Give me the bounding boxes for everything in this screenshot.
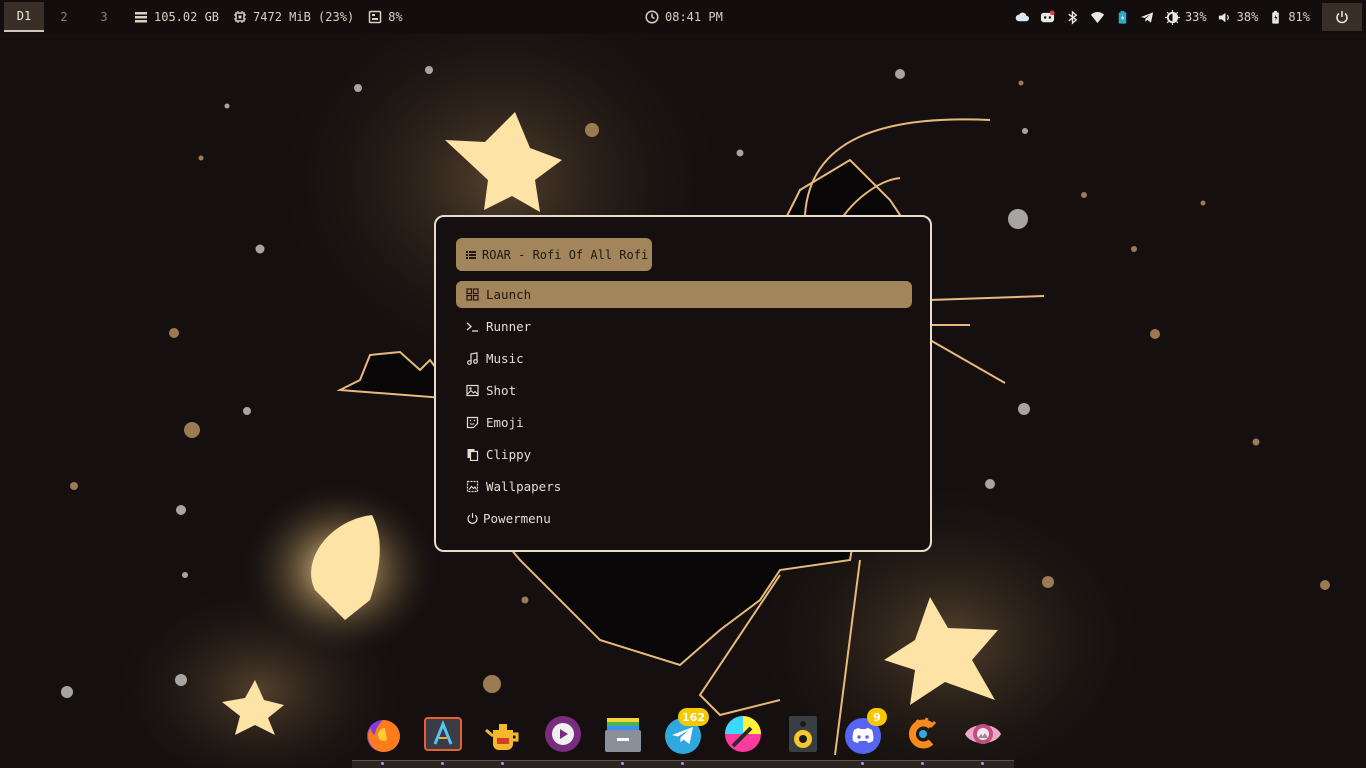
wallpaper-icon — [466, 480, 479, 493]
battery-value: 81% — [1288, 10, 1310, 24]
rofi-item-label: Runner — [486, 319, 532, 334]
dock-app-teapot[interactable] — [483, 714, 523, 754]
rofi-item-music[interactable]: Music — [456, 345, 912, 372]
memory-value: 7472 MiB (23%) — [253, 10, 355, 24]
dock-app-cleaner[interactable] — [903, 714, 943, 754]
running-indicator — [921, 762, 924, 765]
workspace-2[interactable]: 2 — [44, 2, 84, 32]
brightness-value: 33% — [1184, 10, 1207, 24]
dock-app-firefox[interactable] — [363, 714, 403, 754]
battery-charging-icon — [1272, 10, 1280, 24]
terminal-icon — [466, 322, 478, 332]
telegram-badge: 162 — [678, 708, 709, 726]
rofi-item-label: Clippy — [486, 447, 532, 462]
running-indicator — [381, 762, 384, 765]
wifi-icon[interactable] — [1090, 10, 1105, 25]
volume-value: 38% — [1236, 10, 1259, 24]
speaker-icon — [789, 716, 817, 752]
rofi-item-wallpapers[interactable]: Wallpapers — [456, 473, 912, 500]
rofi-item-label: Shot — [486, 383, 517, 398]
rofi-item-label: Wallpapers — [486, 479, 562, 494]
power-icon — [467, 513, 478, 524]
power-button[interactable] — [1322, 3, 1362, 31]
clipboard-icon — [467, 449, 479, 461]
running-indicator — [681, 762, 684, 765]
dock-app-terminal[interactable] — [423, 714, 463, 754]
disk-icon — [135, 12, 147, 23]
cpu-value: 8% — [388, 10, 403, 24]
cleaner-icon — [909, 717, 937, 749]
rofi-item-runner[interactable]: Runner — [456, 313, 912, 340]
image-viewer-icon — [965, 724, 1001, 744]
brightness-indicator[interactable]: 33% — [1164, 9, 1207, 25]
rofi-item-shot[interactable]: Shot — [456, 377, 912, 404]
top-bar: D1 2 3 105.02 GB 7472 MiB (23%) 8% 08:41… — [0, 0, 1366, 34]
rofi-item-emoji[interactable]: Emoji — [456, 409, 912, 436]
battery-app-icon[interactable] — [1115, 10, 1130, 25]
dock-app-telegram[interactable]: 162 — [663, 708, 709, 754]
discord-tray-icon[interactable] — [1040, 9, 1055, 25]
teapot-icon — [485, 724, 519, 750]
volume-icon — [1218, 12, 1229, 22]
rofi-prompt-text: ROAR - Rofi Of All Rofi — [482, 247, 649, 262]
grid-icon — [466, 288, 479, 301]
telegram-tray-icon[interactable] — [1140, 10, 1155, 25]
rofi-item-powermenu[interactable]: Powermenu — [456, 505, 912, 532]
dock-shelf — [352, 760, 1014, 768]
battery-indicator[interactable]: 81% — [1268, 10, 1310, 25]
running-indicator — [981, 762, 984, 765]
music-note-icon — [467, 352, 478, 365]
rofi-prompt: ROAR - Rofi Of All Rofi — [456, 238, 652, 271]
list-icon — [466, 250, 476, 259]
dock: 162 9 — [352, 708, 1014, 760]
cloud-icon[interactable] — [1015, 10, 1030, 25]
rofi-item-label: Music — [486, 351, 524, 366]
bluetooth-icon[interactable] — [1065, 9, 1080, 25]
power-icon — [1336, 11, 1348, 24]
dock-app-discord[interactable]: 9 — [843, 708, 887, 754]
disk-usage: 105.02 GB — [134, 10, 219, 24]
dock-app-speaker[interactable] — [783, 714, 823, 754]
memory-usage: 7472 MiB (23%) — [233, 10, 354, 24]
workspace-1[interactable]: D1 — [4, 2, 44, 32]
file-manager-icon — [605, 718, 641, 752]
firefox-icon — [367, 720, 400, 752]
rofi-item-label: Emoji — [486, 415, 524, 430]
rofi-item-label: Launch — [486, 287, 532, 302]
music-player-icon — [545, 716, 581, 752]
dock-app-image-viewer[interactable] — [963, 714, 1003, 754]
running-indicator — [861, 762, 864, 765]
image-icon — [466, 384, 479, 397]
running-indicator — [441, 762, 444, 765]
cpu-usage: 8% — [368, 10, 403, 24]
cpu-icon — [368, 10, 382, 24]
brightness-icon — [1164, 9, 1180, 25]
rofi-window: ROAR - Rofi Of All Rofi Launch Runner Mu… — [434, 215, 932, 552]
running-indicator — [621, 762, 624, 765]
sticker-icon — [466, 416, 479, 429]
rofi-item-launch[interactable]: Launch — [456, 281, 912, 308]
rofi-item-clippy[interactable]: Clippy — [456, 441, 912, 468]
clock[interactable]: 08:41 PM — [645, 0, 723, 34]
color-picker-icon — [725, 716, 761, 752]
volume-indicator[interactable]: 38% — [1217, 10, 1259, 25]
rofi-item-label: Powermenu — [483, 511, 551, 526]
terminal-app-icon — [424, 717, 462, 751]
rofi-list: Launch Runner Music Shot Emoji Clippy Wa… — [456, 281, 912, 537]
dock-app-file-manager[interactable] — [603, 714, 643, 754]
dock-app-music-player[interactable] — [543, 714, 583, 754]
dock-app-color-picker[interactable] — [723, 714, 763, 754]
clock-time: 08:41 PM — [665, 10, 723, 24]
workspace-3[interactable]: 3 — [84, 2, 124, 32]
running-indicator — [501, 762, 504, 765]
disk-value: 105.02 GB — [154, 10, 220, 24]
system-tray: 33% 38% 81% — [1015, 0, 1310, 34]
discord-badge: 9 — [867, 708, 887, 726]
clock-icon — [645, 10, 659, 24]
memory-chip-icon — [234, 11, 247, 23]
